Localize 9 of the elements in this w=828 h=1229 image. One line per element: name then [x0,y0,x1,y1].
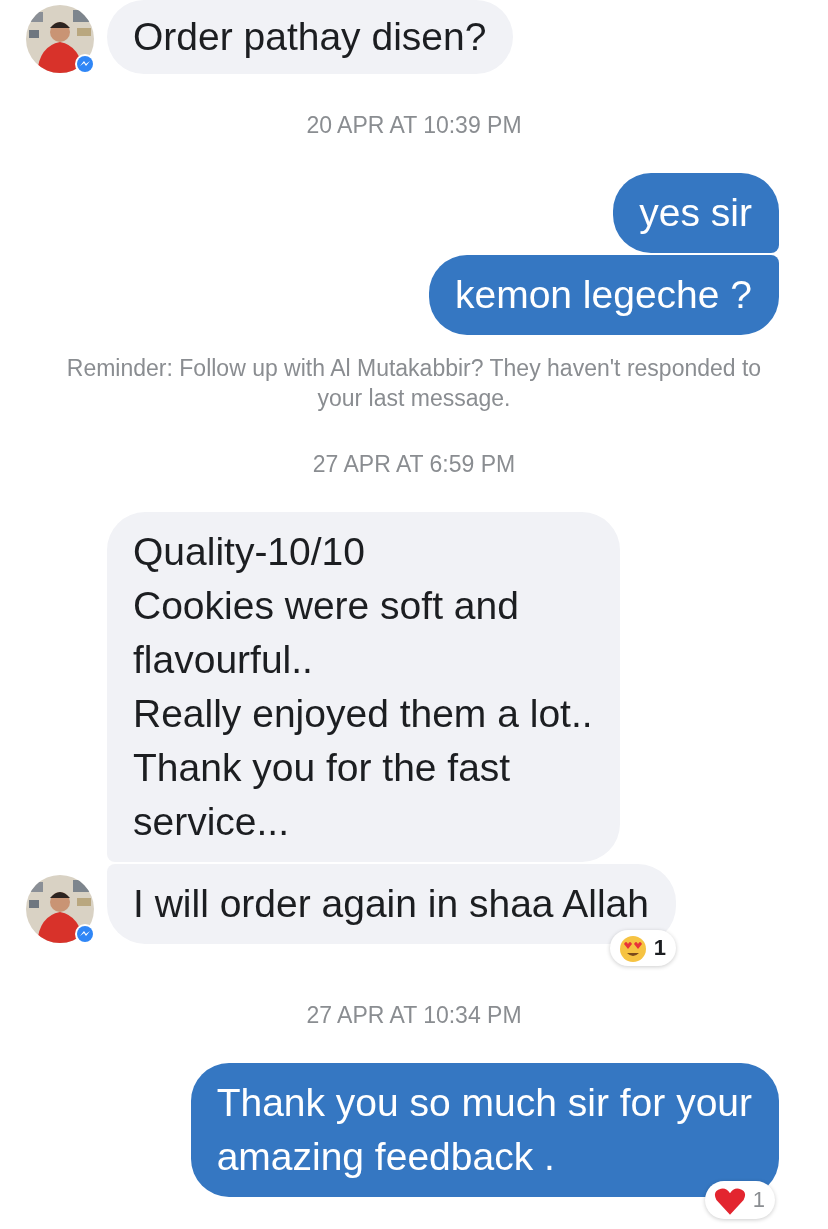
message-bubble[interactable]: Order pathay disen? [107,0,514,74]
timestamp: 20 APR AT 10:39 PM [305,112,523,139]
message-bubble[interactable]: yes sir [613,173,779,253]
reaction-badge[interactable]: 1 [609,930,676,966]
reminder-text: Reminder: Follow up with Al Mutakabbir? They haven't responded to your last message. [65,354,763,413]
timestamp: 27 APR AT 10:34 PM [305,1002,523,1029]
message-bubble[interactable]: kemon legeche ? [428,255,779,335]
timestamp: 27 APR AT 6:59 PM [311,451,517,478]
message-bubble[interactable]: Quality-10/10 Cookies were soft and flavourful.. Really enjoyed them a lot.. Thank you for the fast service... [107,512,620,862]
